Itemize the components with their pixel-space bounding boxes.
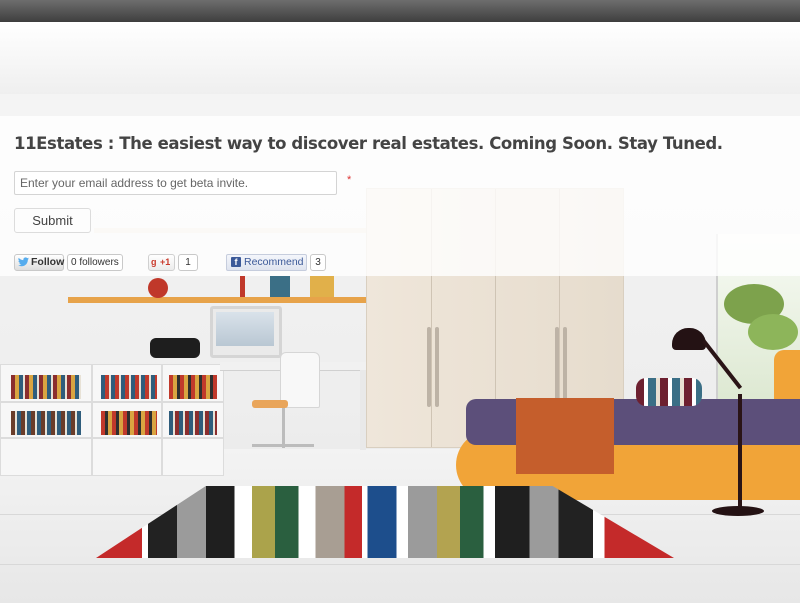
wardrobe-handle bbox=[427, 327, 431, 407]
facebook-recommend-count: 3 bbox=[310, 254, 326, 271]
wardrobe-handle bbox=[563, 327, 567, 407]
computer-monitor bbox=[210, 306, 282, 358]
basketball bbox=[148, 278, 168, 298]
top-bar bbox=[0, 0, 800, 22]
google-plus-icon: g bbox=[151, 257, 157, 267]
books-row bbox=[101, 375, 157, 399]
facebook-recommend-button[interactable]: f Recommend bbox=[226, 254, 307, 271]
desk-leg bbox=[360, 370, 366, 450]
books-row bbox=[11, 411, 81, 435]
wardrobe-handle bbox=[435, 327, 439, 407]
lamp-head bbox=[672, 328, 706, 350]
books-row bbox=[169, 375, 217, 399]
google-plus-label: +1 bbox=[160, 257, 171, 267]
bed-headboard bbox=[774, 350, 800, 404]
books-row bbox=[101, 411, 157, 435]
floor-line bbox=[0, 564, 800, 565]
bookcase-shelf bbox=[1, 437, 223, 439]
book bbox=[270, 276, 290, 297]
twitter-follow-button[interactable]: Follow bbox=[14, 254, 64, 271]
chair-leg bbox=[282, 408, 285, 448]
tree bbox=[748, 314, 798, 350]
bookcase-divider bbox=[161, 365, 163, 475]
page-header bbox=[0, 22, 800, 94]
monitor-screen bbox=[216, 312, 274, 346]
chair-seat bbox=[252, 400, 288, 408]
bookcase-divider bbox=[91, 365, 93, 475]
google-plus-one-button[interactable]: g +1 bbox=[148, 254, 175, 271]
submit-button[interactable]: Submit bbox=[14, 208, 91, 233]
required-marker: * bbox=[347, 174, 352, 186]
twitter-bird-icon bbox=[18, 257, 29, 267]
striped-pillow bbox=[636, 378, 702, 406]
book bbox=[240, 276, 245, 297]
wall-shelf bbox=[68, 297, 366, 303]
books-row bbox=[169, 411, 217, 435]
twitter-follower-count[interactable]: 0 followers bbox=[67, 254, 123, 271]
bookcase-shelf bbox=[1, 401, 223, 403]
twitter-follow-label: Follow bbox=[31, 256, 65, 268]
bookcase bbox=[0, 364, 224, 476]
chair-base bbox=[252, 444, 314, 447]
book bbox=[310, 276, 334, 297]
decor-statue bbox=[150, 338, 200, 358]
blanket bbox=[516, 398, 614, 474]
email-input[interactable] bbox=[14, 171, 337, 195]
books-row bbox=[11, 375, 81, 399]
wardrobe-handle bbox=[555, 327, 559, 407]
lamp-pole bbox=[738, 394, 742, 510]
google-plus-count: 1 bbox=[178, 254, 198, 271]
facebook-icon: f bbox=[231, 257, 241, 267]
facebook-recommend-label: Recommend bbox=[244, 256, 304, 268]
page-title: 11Estates : The easiest way to discover … bbox=[14, 134, 723, 153]
lamp-base bbox=[712, 506, 764, 516]
